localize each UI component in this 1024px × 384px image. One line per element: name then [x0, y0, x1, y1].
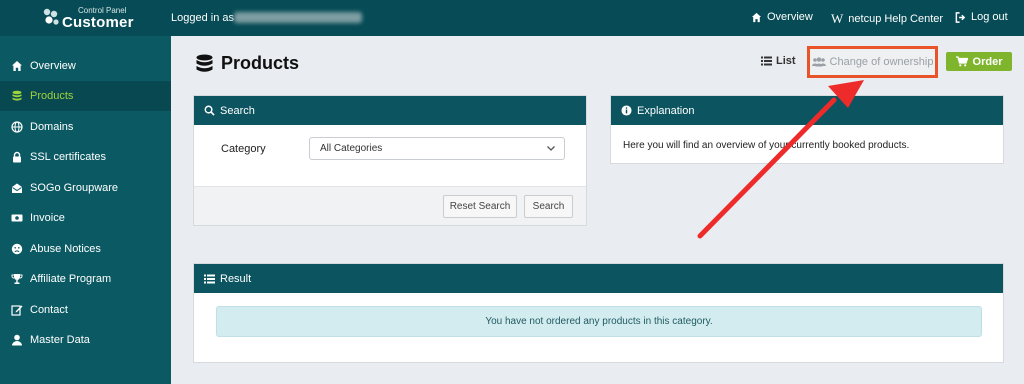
- search-panel-footer: Reset Search Search: [194, 186, 586, 225]
- order-button[interactable]: Order: [946, 52, 1012, 71]
- sidebar-item-label: SSL certificates: [30, 151, 107, 163]
- category-select[interactable]: All Categories: [309, 137, 565, 160]
- top-bar: Control Panel Customer Logged in as Over…: [0, 0, 1024, 36]
- result-panel-header: Result: [194, 264, 1003, 293]
- search-panel-header: Search: [194, 96, 586, 125]
- empty-result-alert: You have not ordered any products in thi…: [216, 306, 982, 337]
- brand-title: Customer: [62, 14, 134, 31]
- change-of-ownership-button[interactable]: Change of ownership: [807, 46, 938, 78]
- nav-overview[interactable]: Overview: [751, 11, 813, 23]
- search-icon: [204, 105, 215, 116]
- globe-icon: [11, 121, 23, 133]
- explanation-panel: Explanation Here you will find an overvi…: [610, 95, 1004, 164]
- result-panel-title: Result: [220, 272, 252, 285]
- search-button-label: Search: [532, 201, 565, 212]
- database-icon: [196, 54, 213, 72]
- list-icon: [761, 56, 772, 66]
- search-panel: Search Category All Categories Reset Sea…: [193, 95, 587, 226]
- nav-help-center-label: netcup Help Center: [848, 13, 944, 25]
- sidebar-item-ssl[interactable]: SSL certificates: [0, 142, 171, 172]
- trophy-icon: [11, 273, 23, 285]
- sidebar: Overview Products Domains SSL certificat…: [0, 36, 171, 384]
- category-select-value: All Categories: [320, 143, 383, 154]
- lock-icon: [11, 151, 23, 163]
- sidebar-item-label: Invoice: [30, 212, 65, 224]
- users-icon: [811, 57, 826, 67]
- home-icon: [751, 12, 762, 22]
- explanation-panel-header: Explanation: [611, 96, 1003, 125]
- explanation-panel-title: Explanation: [637, 104, 695, 117]
- chevron-down-icon: [547, 146, 555, 151]
- logged-in-label: Logged in as: [171, 12, 234, 24]
- info-icon: [621, 105, 632, 116]
- sidebar-item-overview[interactable]: Overview: [0, 51, 171, 81]
- database-icon: [11, 90, 23, 102]
- money-bill-icon: [11, 212, 23, 224]
- sidebar-item-products[interactable]: Products: [0, 81, 171, 111]
- list-icon: [204, 274, 215, 283]
- result-panel: Result You have not ordered any products…: [193, 263, 1004, 363]
- sidebar-item-label: Products: [30, 90, 74, 102]
- category-label: Category: [221, 143, 266, 155]
- page-header: Products: [196, 53, 299, 74]
- change-of-ownership-label: Change of ownership: [829, 56, 934, 68]
- user-name-redacted: [234, 12, 362, 23]
- search-button[interactable]: Search: [524, 195, 573, 218]
- logout-icon: [955, 11, 966, 23]
- order-button-label: Order: [972, 55, 1003, 68]
- list-button-label: List: [776, 55, 796, 67]
- envelope-open-icon: [11, 182, 23, 194]
- sidebar-item-label: Contact: [30, 304, 68, 316]
- search-panel-title: Search: [220, 104, 255, 117]
- sidebar-item-master-data[interactable]: Master Data: [0, 325, 171, 355]
- edit-icon: [11, 304, 23, 316]
- user-icon: [11, 334, 23, 346]
- nav-logout-label: Log out: [971, 11, 1008, 23]
- sidebar-item-affiliate[interactable]: Affiliate Program: [0, 264, 171, 294]
- nav-help-center[interactable]: W netcup Help Center: [831, 11, 943, 27]
- empty-result-message: You have not ordered any products in thi…: [485, 316, 713, 327]
- sidebar-item-contact[interactable]: Contact: [0, 295, 171, 325]
- sidebar-item-label: Overview: [30, 60, 76, 72]
- sidebar-item-label: Master Data: [30, 334, 90, 346]
- sidebar-item-label: Abuse Notices: [30, 243, 101, 255]
- sidebar-item-abuse[interactable]: Abuse Notices: [0, 234, 171, 264]
- reset-search-button[interactable]: Reset Search: [443, 195, 517, 218]
- sidebar-item-label: SOGo Groupware: [30, 182, 119, 194]
- home-icon: [11, 60, 23, 72]
- sidebar-item-label: Domains: [30, 121, 74, 133]
- frown-icon: [11, 243, 23, 255]
- brand-logo[interactable]: Control Panel Customer: [40, 5, 150, 31]
- nav-overview-label: Overview: [767, 11, 813, 23]
- wikipedia-icon: W: [831, 11, 844, 26]
- sidebar-item-domains[interactable]: Domains: [0, 112, 171, 142]
- reset-search-label: Reset Search: [449, 201, 511, 212]
- cart-icon: [955, 56, 968, 67]
- sidebar-item-sogo[interactable]: SOGo Groupware: [0, 173, 171, 203]
- sidebar-item-label: Affiliate Program: [30, 273, 112, 285]
- list-button[interactable]: List: [761, 55, 796, 67]
- explanation-text: Here you will find an overview of your c…: [623, 140, 910, 151]
- logo-icon: [43, 8, 59, 25]
- nav-logout[interactable]: Log out: [955, 11, 1008, 23]
- page-title: Products: [221, 53, 300, 73]
- sidebar-item-invoice[interactable]: Invoice: [0, 203, 171, 233]
